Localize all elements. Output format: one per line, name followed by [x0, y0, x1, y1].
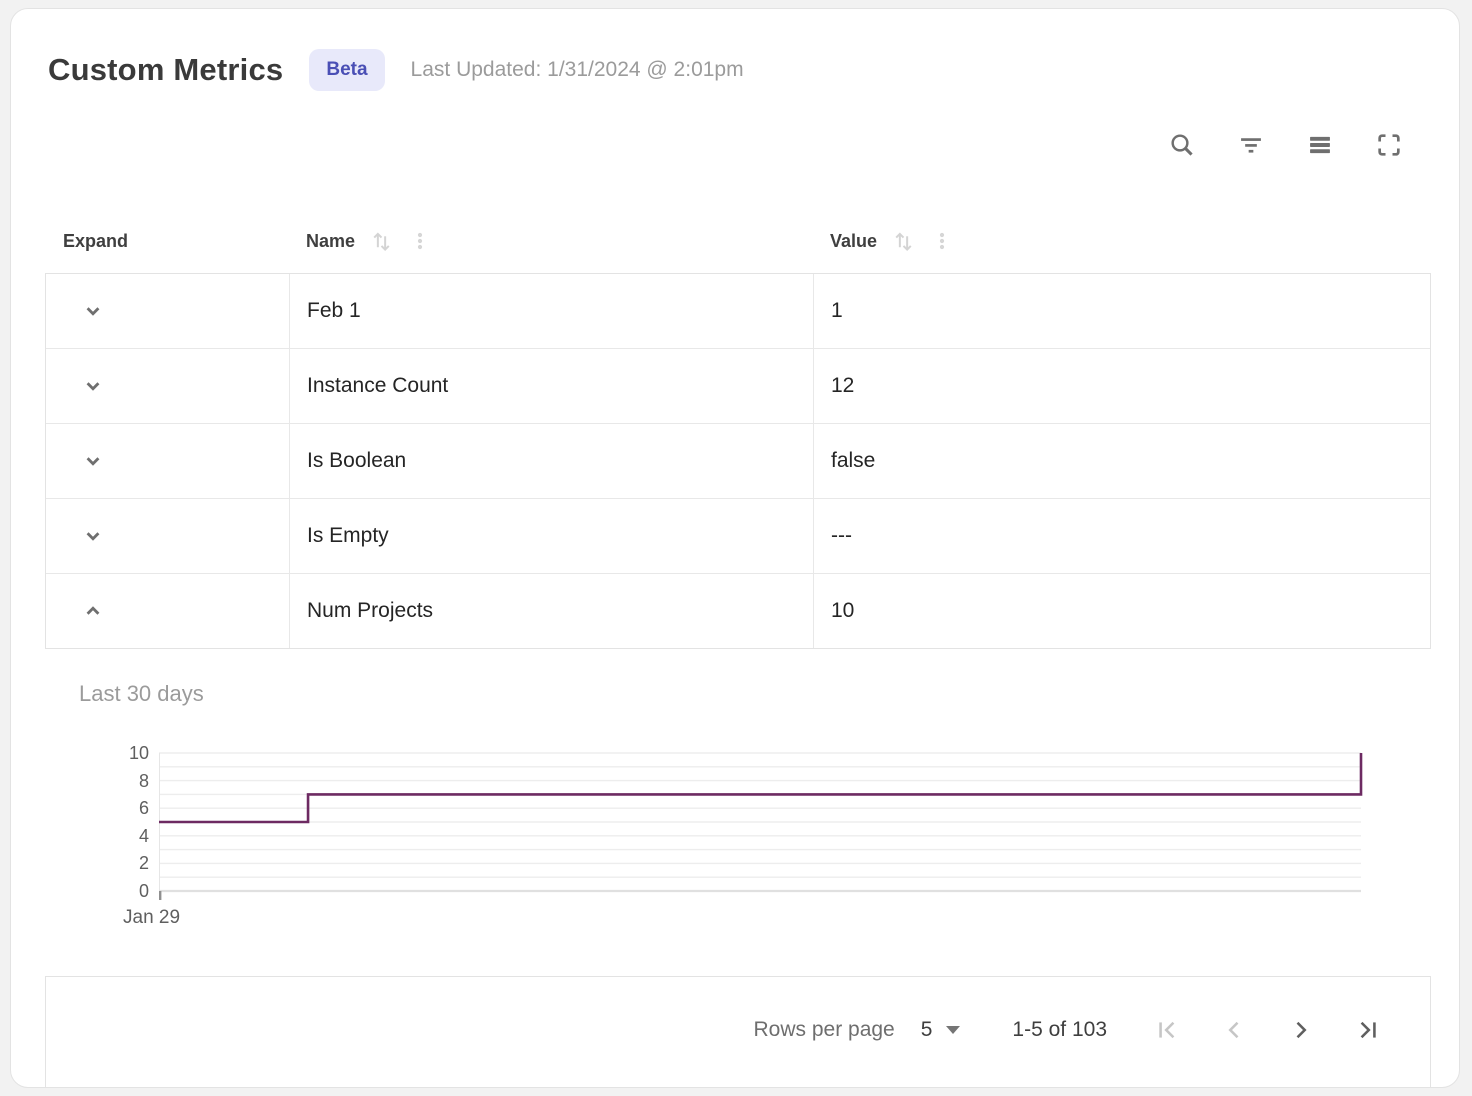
table-footer: Rows per page 5 1-5 of 103 — [45, 976, 1431, 1088]
metric-chart — [159, 753, 1361, 891]
y-tick-label: 4 — [91, 824, 149, 848]
beta-badge: Beta — [309, 49, 384, 91]
row-value: 12 — [814, 349, 1430, 423]
y-tick-label: 10 — [91, 741, 149, 765]
chart-x-axis-label: Jan 29 — [123, 907, 180, 929]
rows-per-page-select[interactable]: 5 — [921, 1018, 961, 1042]
row-value: 1 — [814, 274, 1430, 348]
y-tick-label: 2 — [91, 851, 149, 875]
sort-icon[interactable] — [890, 228, 916, 254]
expand-chevron-icon[interactable] — [76, 444, 110, 478]
expand-chevron-icon[interactable] — [76, 294, 110, 328]
table-row: Instance Count 12 — [46, 349, 1430, 424]
y-tick-label: 0 — [91, 879, 149, 903]
row-value: --- — [814, 499, 1430, 573]
chart-title: Last 30 days — [79, 681, 204, 707]
row-value: 10 — [814, 574, 1430, 648]
metric-step-line — [159, 753, 1361, 822]
previous-page-icon[interactable] — [1220, 1016, 1248, 1044]
density-icon[interactable] — [1306, 131, 1334, 159]
y-tick-label: 8 — [91, 769, 149, 793]
filter-icon[interactable] — [1237, 131, 1265, 159]
expand-chevron-icon[interactable] — [76, 369, 110, 403]
table-row: Num Projects 10 — [46, 574, 1430, 648]
table-row: Feb 1 1 — [46, 274, 1430, 349]
metric-chart-svg — [159, 753, 1361, 891]
row-name: Feb 1 — [290, 274, 814, 348]
pagination-controls — [1153, 1016, 1382, 1044]
column-menu-icon[interactable] — [929, 228, 955, 254]
column-header-value[interactable]: Value — [830, 231, 877, 252]
grid-toolbar — [1168, 131, 1403, 159]
row-name: Is Empty — [290, 499, 814, 573]
last-updated-text: Last Updated: 1/31/2024 @ 2:01pm — [411, 58, 744, 82]
custom-metrics-card: Custom Metrics Beta Last Updated: 1/31/2… — [10, 8, 1460, 1088]
chevron-down-icon — [946, 1026, 960, 1034]
rows-per-page-label: Rows per page — [753, 1018, 894, 1042]
table-header-row: Expand Name Value — [45, 209, 1431, 273]
column-menu-icon[interactable] — [407, 228, 433, 254]
y-tick-label: 6 — [91, 796, 149, 820]
chart-y-axis-labels: 1086420 — [91, 753, 149, 891]
next-page-icon[interactable] — [1287, 1016, 1315, 1044]
page-title: Custom Metrics — [48, 52, 283, 88]
table-body: Feb 1 1 Instance Count 12 Is Boolean fal… — [45, 273, 1431, 649]
expand-chevron-icon[interactable] — [76, 519, 110, 553]
pagination-range-label: 1-5 of 103 — [1012, 1018, 1107, 1042]
search-icon[interactable] — [1168, 131, 1196, 159]
sort-icon[interactable] — [368, 228, 394, 254]
table-row: Is Boolean false — [46, 424, 1430, 499]
fullscreen-icon[interactable] — [1375, 131, 1403, 159]
last-page-icon[interactable] — [1354, 1016, 1382, 1044]
first-page-icon[interactable] — [1153, 1016, 1181, 1044]
row-name: Instance Count — [290, 349, 814, 423]
table-row: Is Empty --- — [46, 499, 1430, 574]
column-header-expand: Expand — [63, 231, 128, 251]
rows-per-page-value: 5 — [921, 1018, 933, 1042]
header: Custom Metrics Beta Last Updated: 1/31/2… — [48, 49, 744, 91]
row-name: Is Boolean — [290, 424, 814, 498]
column-header-name[interactable]: Name — [306, 231, 355, 252]
row-name: Num Projects — [290, 574, 814, 648]
collapse-chevron-icon[interactable] — [76, 594, 110, 628]
row-value: false — [814, 424, 1430, 498]
